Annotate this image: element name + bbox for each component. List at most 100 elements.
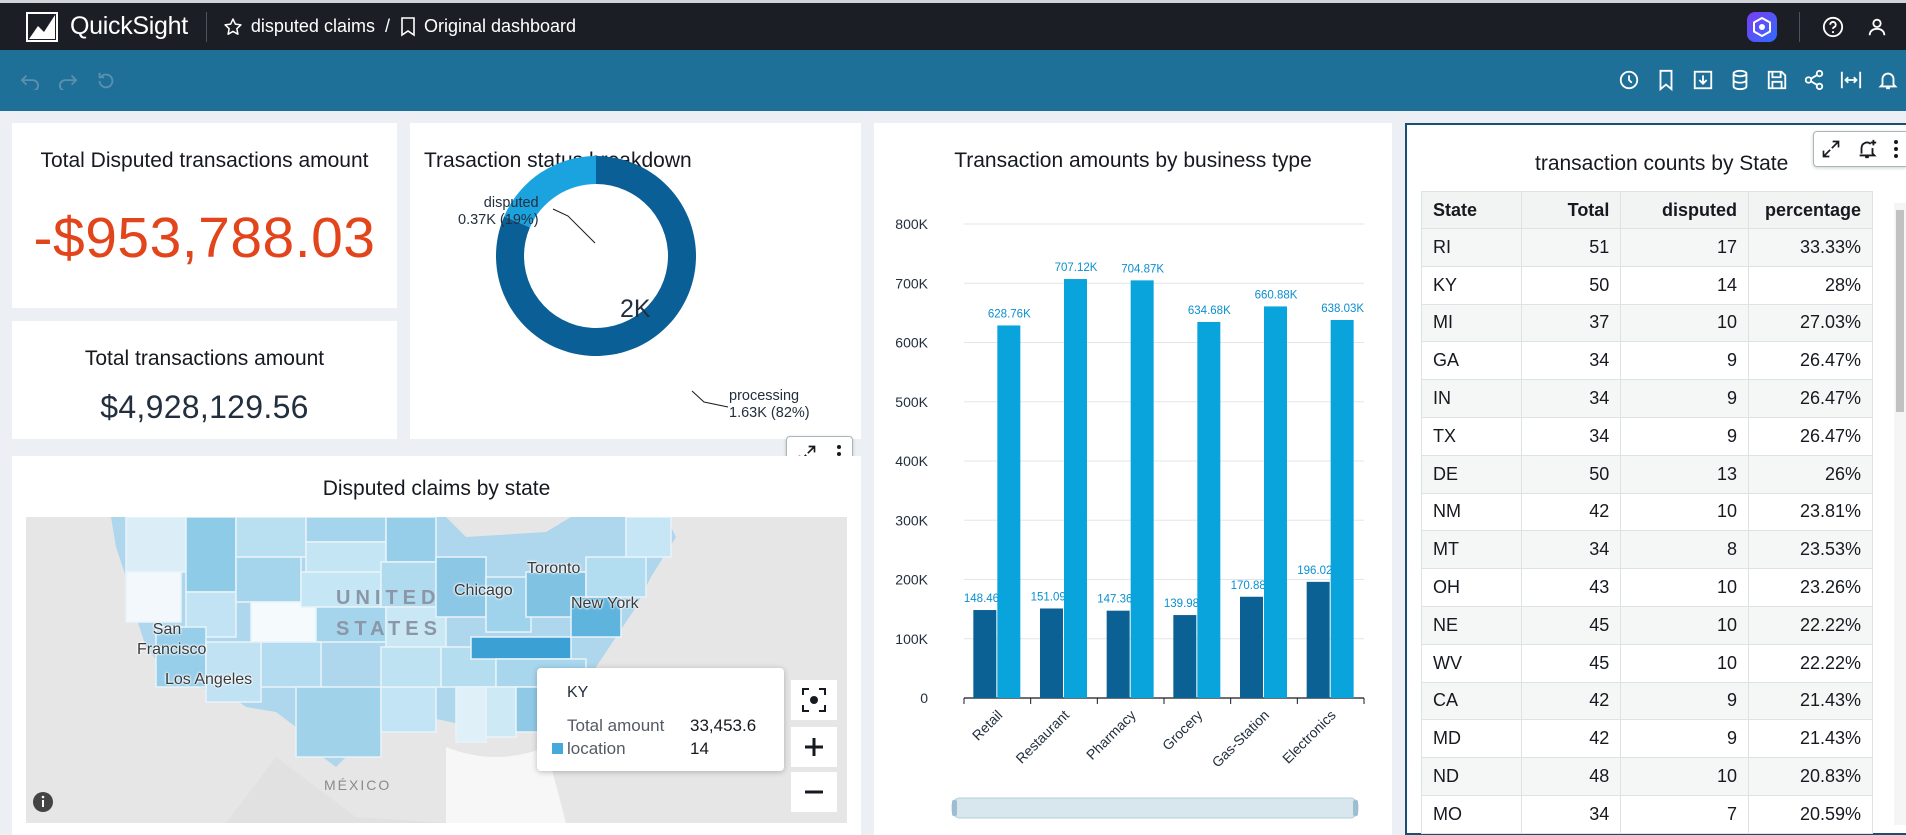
app-name: QuickSight	[70, 12, 188, 40]
cell-percentage: 26%	[1748, 454, 1873, 494]
cell-state: RI	[1421, 228, 1522, 267]
bookmark-icon[interactable]	[1654, 67, 1678, 93]
schedule-icon[interactable]	[1617, 67, 1641, 93]
cell-state: WV	[1421, 643, 1522, 683]
city-chicago: Chicago	[454, 582, 513, 599]
cell-disputed: 10	[1620, 643, 1750, 683]
table-row[interactable]: RI 51 17 33.33%	[1421, 228, 1873, 267]
quicksight-logo[interactable]: QuickSight	[26, 5, 188, 49]
state-table: State Total disputed percentage RI 51 17 33…	[1421, 191, 1873, 834]
dataset-icon[interactable]	[1728, 67, 1752, 93]
table-row[interactable]: GA 34 9 26.47%	[1421, 341, 1873, 381]
bar-pharmacy-s1[interactable]	[1106, 610, 1130, 698]
table-row[interactable]: MT 34 8 23.53%	[1421, 530, 1873, 570]
analysis-name[interactable]: disputed claims	[251, 16, 375, 37]
table-scrollbar-thumb[interactable]	[1896, 210, 1904, 412]
add-alert-icon[interactable]	[1856, 138, 1878, 160]
table-row[interactable]: KY 50 14 28%	[1421, 265, 1873, 305]
bar-restaurant-s2[interactable]	[1064, 279, 1087, 698]
cell-total: 45	[1520, 605, 1622, 645]
table-row[interactable]: MD 42 9 21.43%	[1421, 719, 1873, 759]
city-toronto: Toronto	[527, 560, 581, 577]
table-row[interactable]: ND 48 10 20.83%	[1421, 757, 1873, 796]
table-row[interactable]: TX 34 9 26.47%	[1421, 416, 1873, 456]
table-row[interactable]: DE 50 13 26%	[1421, 454, 1873, 494]
table-row[interactable]: NE 45 10 22.22%	[1421, 605, 1873, 645]
cell-percentage: 26.47%	[1748, 416, 1873, 456]
save-icon[interactable]	[1765, 67, 1789, 93]
table-row[interactable]: WV 45 10 22.22%	[1421, 643, 1873, 683]
table-row[interactable]: CA 42 9 21.43%	[1421, 681, 1873, 721]
cell-percentage: 20.83%	[1748, 757, 1873, 796]
kpi-disputed-card[interactable]: Total Disputed transactions amount -$953…	[12, 123, 397, 308]
cell-state: NM	[1421, 492, 1522, 532]
quicksight-logo-icon	[26, 11, 58, 42]
table-row[interactable]: MO 34 7 20.59%	[1421, 794, 1873, 834]
y-tick-label: 600K	[895, 335, 928, 351]
star-icon[interactable]	[223, 17, 243, 37]
help-icon[interactable]	[1822, 16, 1844, 38]
alert-icon[interactable]	[1876, 67, 1900, 93]
bar-grocery-s2[interactable]	[1197, 321, 1221, 698]
processing-leader-line	[691, 390, 729, 408]
bar-electronics-s2[interactable]	[1330, 319, 1354, 698]
cell-total: 48	[1520, 757, 1622, 796]
range-slider-track[interactable]	[951, 797, 1359, 819]
map-recenter-button[interactable]	[791, 680, 837, 720]
bar-retail-s1[interactable]	[973, 610, 997, 698]
redo-icon[interactable]	[56, 68, 80, 94]
sheet-name[interactable]: Original dashboard	[424, 16, 576, 37]
column-header-disputed[interactable]: disputed	[1620, 191, 1750, 229]
city-new-york: New York	[571, 595, 639, 612]
y-tick-label: 100K	[895, 631, 928, 647]
kpi-disputed-title: Total Disputed transactions amount	[40, 149, 369, 172]
table-scrollbar[interactable]	[1894, 203, 1906, 825]
download-icon[interactable]	[1691, 67, 1715, 93]
cell-total: 43	[1520, 568, 1622, 607]
bar-electronics-s1[interactable]	[1306, 581, 1330, 698]
range-slider-handle-right[interactable]	[1353, 800, 1358, 816]
undo-icon[interactable]	[18, 68, 42, 94]
cell-state: GA	[1421, 341, 1522, 381]
map-zoom-out-button[interactable]	[791, 772, 837, 812]
cell-total: 45	[1520, 643, 1622, 683]
fit-width-icon[interactable]	[1839, 67, 1863, 93]
cell-state: NE	[1421, 605, 1522, 645]
kpi-total-card[interactable]: Total transactions amount $4,928,129.56	[12, 321, 397, 439]
bar-gas-station-s1[interactable]	[1240, 596, 1263, 698]
bar-data-label: 707.12K	[1055, 262, 1098, 274]
cell-state: KY	[1421, 265, 1522, 305]
table-row[interactable]: NM 42 10 23.81%	[1421, 492, 1873, 532]
table-row[interactable]: OH 43 10 23.26%	[1421, 568, 1873, 607]
y-tick-label: 300K	[895, 512, 928, 528]
q-assistant-icon[interactable]	[1747, 11, 1777, 42]
cell-disputed: 14	[1620, 265, 1750, 305]
tooltip-metric1-label: Total amount	[567, 716, 665, 735]
bar-gas-station-s2[interactable]	[1264, 306, 1287, 698]
expand-icon[interactable]	[1821, 139, 1841, 159]
bar-pharmacy-s2[interactable]	[1130, 280, 1154, 698]
range-slider-handle-left[interactable]	[952, 800, 957, 816]
table-row[interactable]: IN 34 9 26.47%	[1421, 379, 1873, 418]
map-title: Disputed claims by state	[322, 477, 551, 500]
status-breakdown-card[interactable]: Trasaction status breakdown 2K disputed …	[410, 123, 861, 439]
map-zoom-in-button[interactable]	[791, 727, 837, 767]
info-icon[interactable]	[32, 791, 54, 813]
bar-retail-s2[interactable]	[997, 325, 1021, 698]
share-icon[interactable]	[1802, 67, 1826, 93]
cell-disputed: 9	[1620, 341, 1750, 381]
column-header-state[interactable]: State	[1421, 191, 1522, 229]
column-header-total[interactable]: Total	[1520, 191, 1622, 229]
user-icon[interactable]	[1866, 16, 1888, 38]
more-options-icon[interactable]	[1893, 139, 1899, 159]
column-header-percentage[interactable]: percentage	[1748, 191, 1873, 229]
reset-icon[interactable]	[94, 68, 118, 94]
bar-grocery-s1[interactable]	[1173, 615, 1197, 698]
table-row[interactable]: MI 37 10 27.03%	[1421, 303, 1873, 343]
business-type-chart-card[interactable]: Transaction amounts by business type 0 10…	[874, 123, 1392, 835]
top-right-actions	[1747, 3, 1888, 50]
processing-label-name: processing	[729, 388, 800, 404]
cell-percentage: 22.22%	[1748, 643, 1873, 683]
bar-restaurant-s1[interactable]	[1040, 608, 1063, 698]
bookmark-outline-icon	[401, 16, 415, 36]
